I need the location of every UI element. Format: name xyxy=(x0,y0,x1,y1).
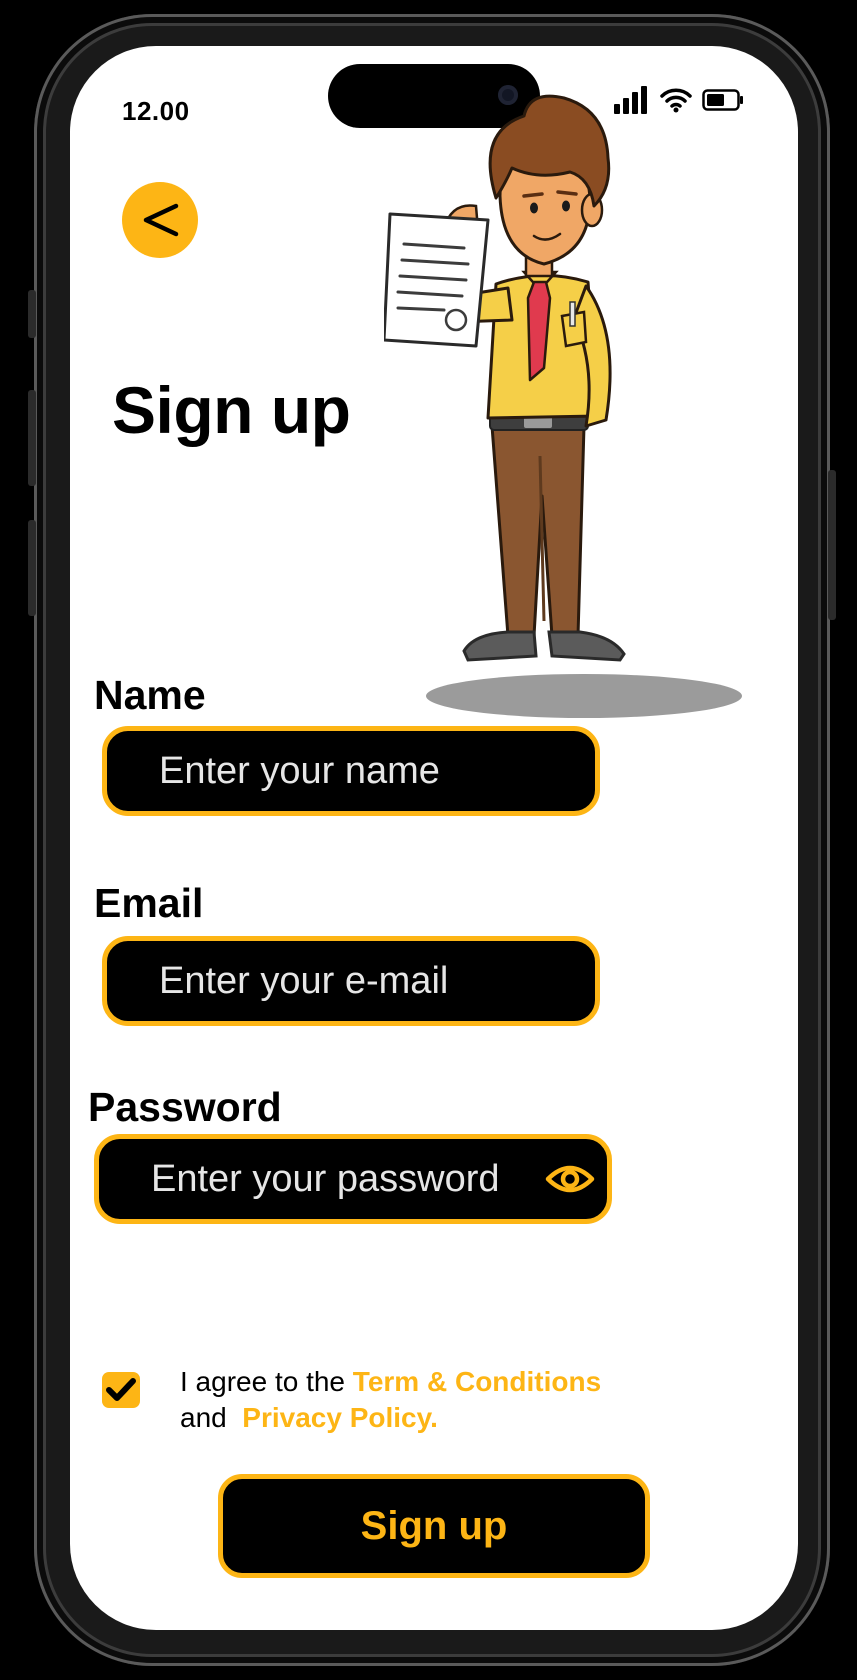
email-field[interactable] xyxy=(102,936,600,1026)
checkmark-icon xyxy=(106,1378,136,1401)
page-title: Sign up xyxy=(112,373,351,447)
name-input[interactable] xyxy=(159,749,595,793)
volume-down-button xyxy=(28,520,36,616)
man-holding-document-illustration xyxy=(384,94,742,718)
eye-icon[interactable] xyxy=(545,1161,595,1197)
name-label: Name xyxy=(94,672,206,718)
agree-checkbox[interactable] xyxy=(102,1372,140,1408)
status-time: 12.00 xyxy=(122,96,190,126)
app-screen: 12.00 Sign up Name Enter your name Email… xyxy=(70,46,798,1630)
agreement-prefix: I agree to the xyxy=(180,1366,346,1397)
agreement-text: I agree to the Term & Conditions and Pri… xyxy=(180,1364,601,1436)
back-button[interactable] xyxy=(122,182,198,258)
agreement-line-2: and Privacy Policy. xyxy=(180,1400,601,1436)
agreement-and: and xyxy=(180,1402,227,1433)
password-input[interactable] xyxy=(151,1157,537,1201)
volume-up-button xyxy=(28,390,36,486)
name-field[interactable] xyxy=(102,726,600,816)
email-input[interactable] xyxy=(159,959,595,1003)
terms-link[interactable]: Term & Conditions xyxy=(353,1366,601,1397)
power-button xyxy=(828,470,836,620)
password-field[interactable] xyxy=(94,1134,612,1224)
password-label: Password xyxy=(88,1084,282,1130)
privacy-link[interactable]: Privacy Policy. xyxy=(242,1402,438,1433)
email-label: Email xyxy=(94,880,204,926)
mute-switch xyxy=(28,290,36,338)
agreement-line-1: I agree to the Term & Conditions xyxy=(180,1364,601,1400)
chevron-left-icon xyxy=(143,203,179,237)
sign-up-button[interactable]: Sign up xyxy=(218,1474,650,1578)
